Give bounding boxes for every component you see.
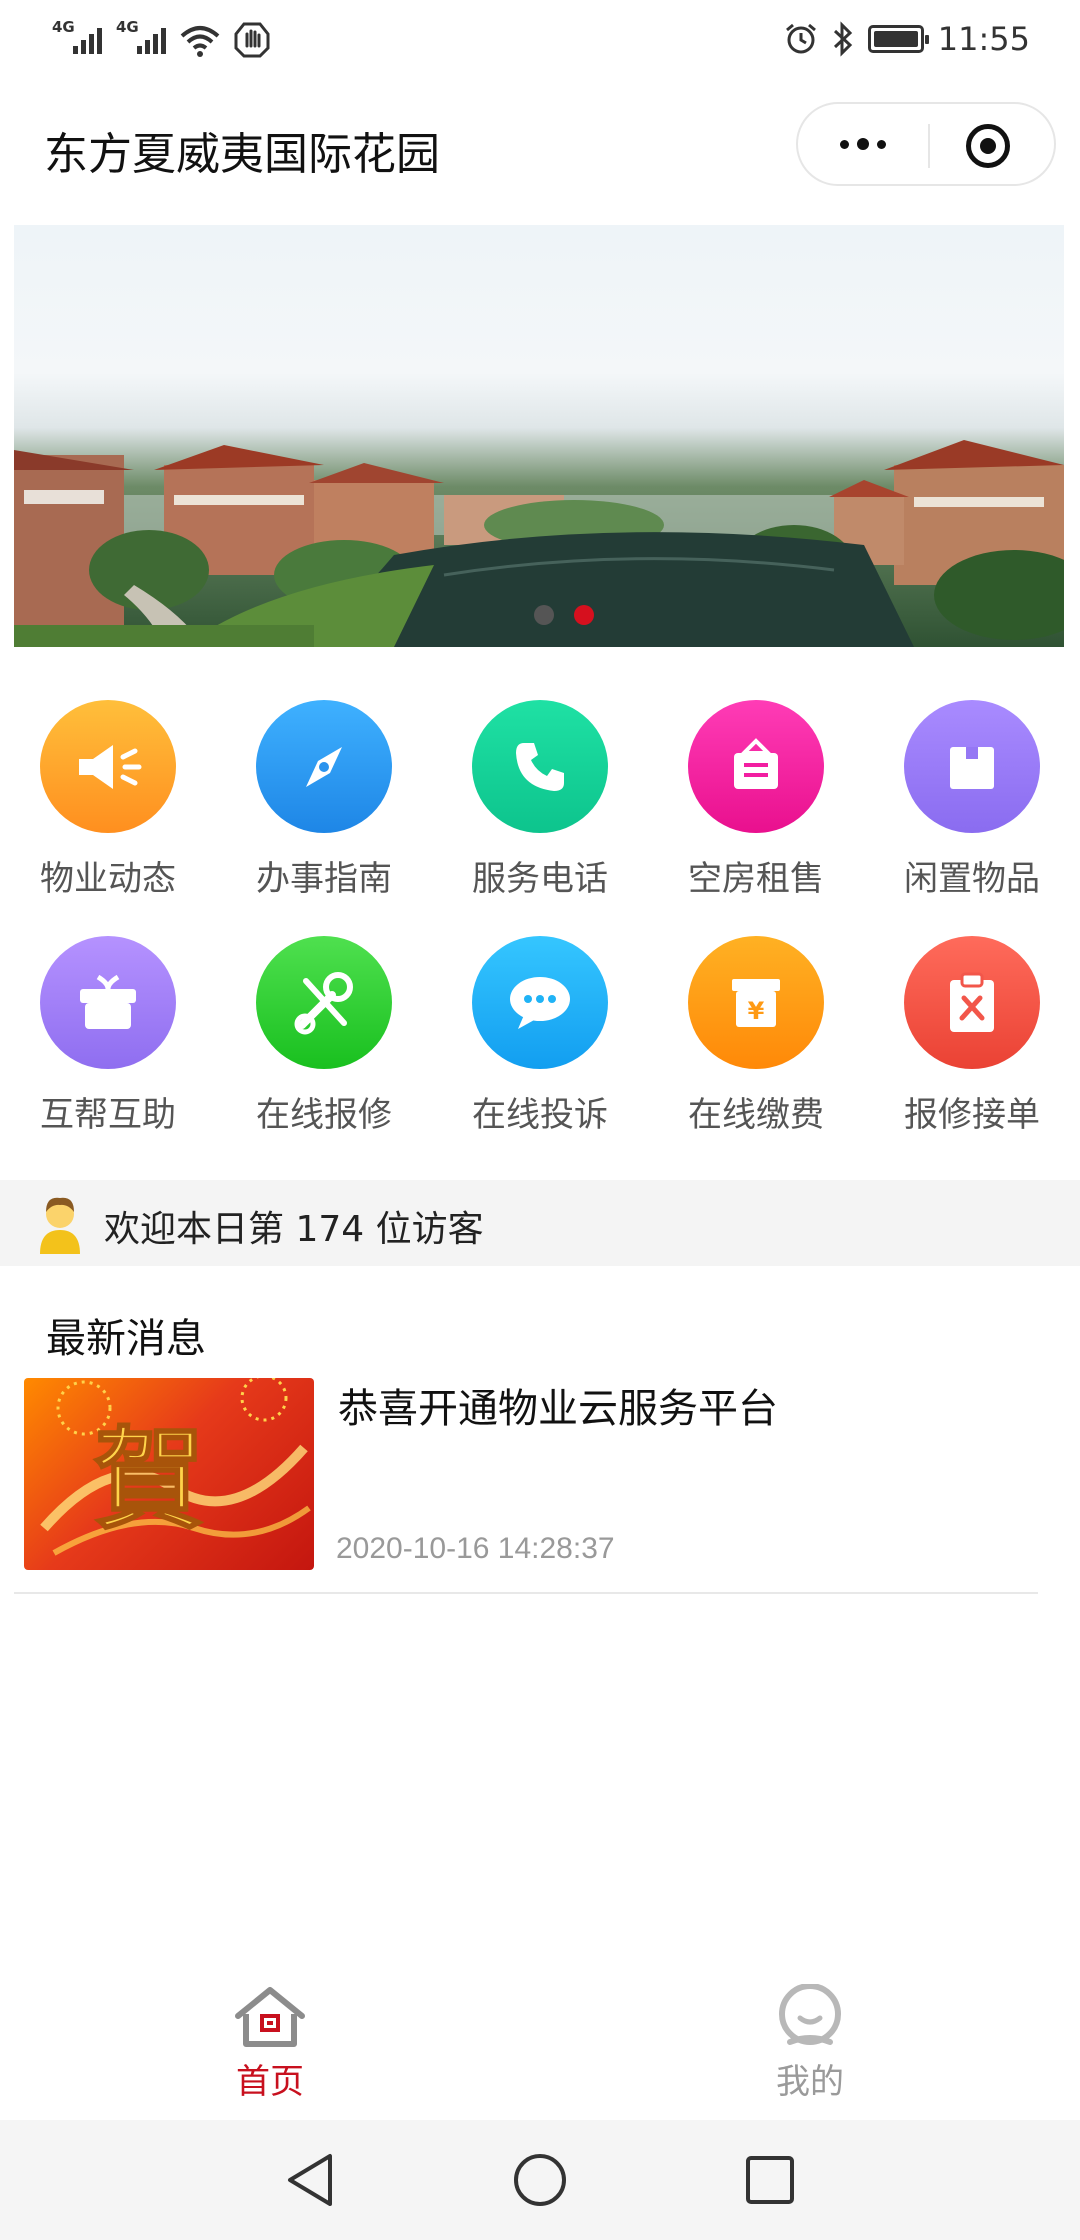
status-bar: 4G 4G 11:55 <box>0 0 1080 80</box>
service-menu: 物业动态 办事指南 服务电话 空房租售 闲置物品 互帮互助 在线报修 在线投诉 … <box>0 700 1080 1180</box>
visitor-avatar-icon <box>40 1197 80 1254</box>
menu-item-online-complaint[interactable]: 在线投诉 <box>432 936 648 1136</box>
bottom-tab-bar: 首页 我的 <box>0 1970 1080 2120</box>
carousel-dot-active[interactable] <box>574 605 594 625</box>
more-dots-icon[interactable] <box>798 104 928 184</box>
tools-icon <box>256 936 392 1069</box>
news-timestamp: 2020-10-16 14:28:37 <box>336 1532 615 1565</box>
tab-mine-label: 我的 <box>776 2062 844 2102</box>
news-thumbnail: 賀 <box>24 1378 314 1570</box>
banner-image <box>14 440 1064 647</box>
menu-item-label: 在线报修 <box>256 1095 392 1135</box>
news-headline[interactable]: 恭喜开通物业云服务平台 <box>338 1376 778 1434</box>
menu-item-label: 物业动态 <box>40 859 176 899</box>
visitor-count-text: 欢迎本日第 174 位访客 <box>104 1209 484 1250</box>
news-thumbnail-glyph: 賀 <box>94 1415 204 1544</box>
menu-item-label: 办事指南 <box>256 859 392 899</box>
menu-item-mutual-help[interactable]: 互帮互助 <box>0 936 216 1136</box>
home-circle-icon[interactable] <box>512 2152 568 2208</box>
menu-item-property-news[interactable]: 物业动态 <box>0 700 216 900</box>
compass-icon <box>256 700 392 833</box>
menu-item-service-guide[interactable]: 办事指南 <box>216 700 432 900</box>
menu-item-label: 闲置物品 <box>904 859 1040 899</box>
signal-icon: 4G <box>116 18 166 58</box>
recents-icon[interactable] <box>744 2154 796 2206</box>
tab-mine[interactable]: 我的 <box>740 1984 880 2114</box>
menu-item-label: 互帮互助 <box>40 1095 176 1135</box>
bluetooth-icon <box>833 21 852 57</box>
target-icon[interactable] <box>966 124 1010 168</box>
phone-icon <box>472 700 608 833</box>
back-icon[interactable] <box>282 2150 338 2210</box>
megaphone-icon <box>40 700 176 833</box>
carousel-dot[interactable] <box>534 605 554 625</box>
menu-item-label: 服务电话 <box>472 859 608 899</box>
home-icon <box>235 1987 305 2047</box>
menu-item-online-payment[interactable]: ¥ 在线缴费 <box>648 936 864 1136</box>
carousel-indicator <box>534 605 594 625</box>
menu-item-idle-items[interactable]: 闲置物品 <box>864 700 1080 900</box>
menu-item-repair-orders[interactable]: 报修接单 <box>864 936 1080 1136</box>
box-icon <box>904 700 1040 833</box>
hand-icon <box>234 22 270 58</box>
gift-icon <box>40 936 176 1069</box>
svg-text:¥: ¥ <box>748 997 765 1025</box>
page-title: 东方夏威夷国际花园 <box>44 129 440 180</box>
profile-icon <box>779 1984 841 2045</box>
menu-item-label: 在线投诉 <box>472 1095 608 1135</box>
miniprogram-capsule <box>796 102 1056 186</box>
visitor-counter-bar: 欢迎本日第 174 位访客 <box>0 1180 1080 1266</box>
signal-label: 4G <box>52 18 75 36</box>
news-list-item[interactable]: 賀 恭喜开通物业云服务平台 2020-10-16 14:28:37 <box>14 1372 1038 1594</box>
signal-label: 4G <box>116 18 139 36</box>
chat-icon <box>472 936 608 1069</box>
clock-time: 11:55 <box>937 20 1030 58</box>
title-bar: 东方夏威夷国际花园 <box>0 90 1080 200</box>
capsule-divider <box>928 124 930 168</box>
menu-item-online-repair[interactable]: 在线报修 <box>216 936 432 1136</box>
signal-icon: 4G <box>52 18 102 58</box>
system-navigation-bar <box>0 2120 1080 2240</box>
menu-item-label: 在线缴费 <box>688 1095 824 1135</box>
battery-icon <box>867 25 929 53</box>
menu-item-vacant-rental[interactable]: 空房租售 <box>648 700 864 900</box>
wifi-icon <box>180 26 220 57</box>
banner-carousel[interactable] <box>14 225 1064 647</box>
yuan-icon: ¥ <box>688 936 824 1069</box>
menu-item-service-phone[interactable]: 服务电话 <box>432 700 648 900</box>
news-section-title: 最新消息 <box>46 1316 206 1362</box>
sign-icon <box>688 700 824 833</box>
menu-item-label: 报修接单 <box>904 1095 1040 1135</box>
tab-home[interactable]: 首页 <box>200 1984 340 2114</box>
clipboard-icon <box>904 936 1040 1069</box>
alarm-icon <box>785 23 816 54</box>
tab-home-label: 首页 <box>236 2062 304 2102</box>
menu-item-label: 空房租售 <box>688 859 824 899</box>
